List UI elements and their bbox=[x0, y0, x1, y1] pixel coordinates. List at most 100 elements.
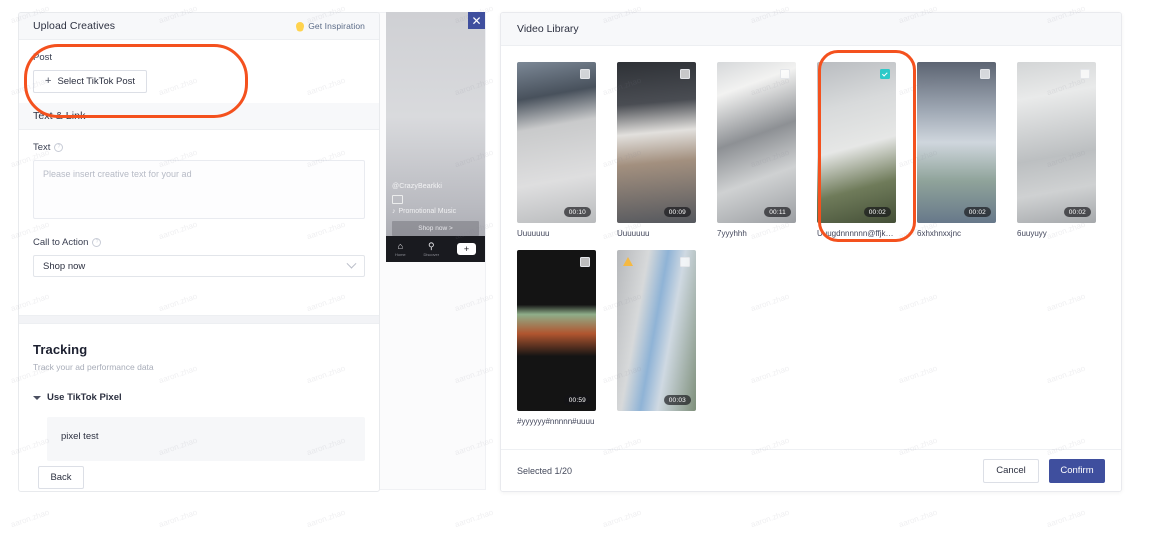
section-divider bbox=[19, 315, 379, 324]
text-and-link-title: Text & Link bbox=[33, 110, 86, 122]
cancel-button-label: Cancel bbox=[996, 465, 1026, 476]
video-thumbnail[interactable]: 00:03 bbox=[617, 250, 696, 411]
get-inspiration-link[interactable]: Get Inspiration bbox=[296, 21, 365, 31]
confirm-button[interactable]: Confirm bbox=[1049, 458, 1105, 483]
preview-cta-label: Shop now > bbox=[418, 225, 453, 232]
help-circle-icon[interactable]: ? bbox=[92, 238, 102, 247]
video-thumbnail[interactable]: 00:10 bbox=[517, 62, 596, 223]
video-duration-badge: 00:02 bbox=[963, 207, 991, 217]
watermark: aaron.zhao bbox=[157, 507, 199, 530]
music-note-icon: ♪ bbox=[392, 208, 396, 215]
video-duration-badge: 00:09 bbox=[663, 207, 691, 217]
video-thumbnail[interactable]: 00:11 bbox=[717, 62, 796, 223]
video-cell: 00:02 6uuyuyy bbox=[1017, 62, 1096, 238]
checkbox-checked[interactable] bbox=[880, 69, 890, 79]
checkbox-unchecked[interactable] bbox=[1080, 69, 1090, 79]
video-cell: 00:03 bbox=[617, 250, 696, 426]
watermark: aaron.zhao bbox=[1045, 507, 1087, 530]
footer-buttons: Cancel Confirm bbox=[983, 458, 1105, 483]
nav-item-home[interactable]: ⌂ Home bbox=[394, 240, 406, 257]
watermark: aaron.zhao bbox=[601, 507, 643, 530]
video-name: Uuuuuuu bbox=[617, 229, 650, 238]
video-thumbnail[interactable]: 00:59 bbox=[517, 250, 596, 411]
video-row: 00:10 Uuuuuuu 00:09 Uuuuuuu 00:11 7yyyhhh 00:0… bbox=[517, 62, 1105, 238]
help-circle-icon[interactable]: ? bbox=[54, 143, 64, 152]
preview-cta-button[interactable]: Shop now > bbox=[392, 221, 479, 236]
checkbox-unchecked[interactable] bbox=[680, 257, 690, 267]
preview-music: ♪ Promotional Music bbox=[392, 208, 479, 215]
preview-overlay: @CrazyBearkki ♪ Promotional Music Shop n… bbox=[386, 183, 485, 236]
close-icon[interactable]: ✕ bbox=[468, 12, 485, 29]
preview-account-handle: @CrazyBearkki bbox=[392, 183, 443, 190]
video-cell: 00:10 Uuuuuuu bbox=[517, 62, 596, 238]
nav-item-discover[interactable]: ⚲ Discover bbox=[423, 240, 440, 257]
watermark: aaron.zhao bbox=[749, 507, 791, 530]
video-duration-badge: 00:03 bbox=[663, 395, 691, 405]
plus-icon: + bbox=[45, 75, 52, 87]
confirm-button-label: Confirm bbox=[1060, 465, 1094, 476]
video-thumbnail[interactable]: 00:02 bbox=[917, 62, 996, 223]
post-label: Post bbox=[33, 52, 53, 63]
video-duration-badge: 00:11 bbox=[764, 207, 791, 217]
video-cell: 00:11 7yyyhhh bbox=[717, 62, 796, 238]
text-and-link-header: Text & Link bbox=[19, 103, 379, 130]
use-tiktok-pixel-label: Use TikTok Pixel bbox=[47, 392, 122, 403]
tracking-subtitle: Track your ad performance data bbox=[33, 362, 154, 372]
video-library-footer: Selected 1/20 Cancel Confirm bbox=[501, 449, 1121, 491]
watermark: aaron.zhao bbox=[897, 507, 939, 530]
video-duration-badge: 00:02 bbox=[863, 207, 891, 217]
tracking-title: Tracking bbox=[33, 342, 88, 357]
nav-label-home: Home bbox=[394, 251, 406, 257]
caret-down-icon bbox=[33, 395, 41, 400]
video-thumbnail[interactable]: 00:09 bbox=[617, 62, 696, 223]
video-cell: 00:59 #yyyyyy#nnnnn#uuuu bbox=[517, 250, 596, 426]
text-field-label: Text ? bbox=[33, 142, 365, 153]
video-cell: 00:09 Uuuuuuu bbox=[617, 62, 696, 238]
upload-creatives-title: Upload Creatives bbox=[33, 20, 116, 32]
video-name: Uuugdnnnnnn@ffjkdhn... bbox=[817, 229, 896, 238]
checkbox-unchecked[interactable] bbox=[680, 69, 690, 79]
get-inspiration-label: Get Inspiration bbox=[308, 21, 365, 31]
image-icon bbox=[392, 195, 403, 204]
video-library-title: Video Library bbox=[517, 23, 579, 35]
pixel-name: pixel test bbox=[61, 431, 99, 442]
post-section: Post + Select TikTok Post bbox=[19, 40, 379, 103]
search-icon: ⚲ bbox=[428, 240, 435, 251]
checkbox-unchecked[interactable] bbox=[980, 69, 990, 79]
upload-creatives-panel: Upload Creatives Get Inspiration Post + … bbox=[18, 12, 380, 492]
cancel-button[interactable]: Cancel bbox=[983, 458, 1039, 483]
checkbox-unchecked[interactable] bbox=[580, 257, 590, 267]
checkbox-unchecked[interactable] bbox=[780, 69, 790, 79]
call-to-action-value: Shop now bbox=[43, 260, 86, 272]
video-grid: 00:10 Uuuuuuu 00:09 Uuuuuuu 00:11 7yyyhhh 00:0… bbox=[501, 46, 1121, 450]
pixel-card[interactable]: pixel test bbox=[47, 417, 365, 461]
call-to-action-label: Call to Action ? bbox=[33, 237, 365, 248]
checkbox-unchecked[interactable] bbox=[580, 69, 590, 79]
video-row: 00:59 #yyyyyy#nnnnn#uuuu 00:03 bbox=[517, 250, 1105, 426]
video-duration-badge: 00:10 bbox=[563, 207, 591, 217]
phone-navbar: ⌂ Home ⚲ Discover + bbox=[386, 236, 485, 262]
video-name: Uuuuuuu bbox=[517, 229, 550, 238]
home-icon: ⌂ bbox=[397, 240, 403, 251]
nav-label-discover: Discover bbox=[423, 251, 440, 257]
creative-text-input[interactable]: Please insert creative text for your ad bbox=[33, 160, 365, 219]
text-and-link-section: Text ? Please insert creative text for y… bbox=[19, 130, 379, 315]
video-duration-badge: 00:59 bbox=[563, 395, 591, 405]
video-duration-badge: 00:02 bbox=[1063, 207, 1091, 217]
video-library-header: Video Library bbox=[501, 13, 1121, 46]
screen: Upload Creatives Get Inspiration Post + … bbox=[0, 0, 1168, 558]
video-thumbnail[interactable]: 00:02 bbox=[1017, 62, 1096, 223]
add-icon[interactable]: + bbox=[457, 243, 477, 255]
select-tiktok-post-button[interactable]: + Select TikTok Post bbox=[33, 70, 148, 93]
warning-icon bbox=[623, 257, 633, 266]
use-tiktok-pixel-toggle[interactable]: Use TikTok Pixel bbox=[33, 392, 365, 403]
video-thumbnail[interactable]: 00:02 bbox=[817, 62, 896, 223]
selected-count: Selected 1/20 bbox=[517, 465, 573, 476]
back-button[interactable]: Back bbox=[38, 466, 84, 489]
video-name: 6xhxhnxxjnc bbox=[917, 229, 962, 238]
call-to-action-select[interactable]: Shop now bbox=[33, 255, 365, 277]
video-name: 6uuyuyy bbox=[1017, 229, 1047, 238]
watermark: aaron.zhao bbox=[9, 507, 51, 530]
video-cell: 00:02 Uuugdnnnnnn@ffjkdhn... bbox=[817, 62, 896, 238]
